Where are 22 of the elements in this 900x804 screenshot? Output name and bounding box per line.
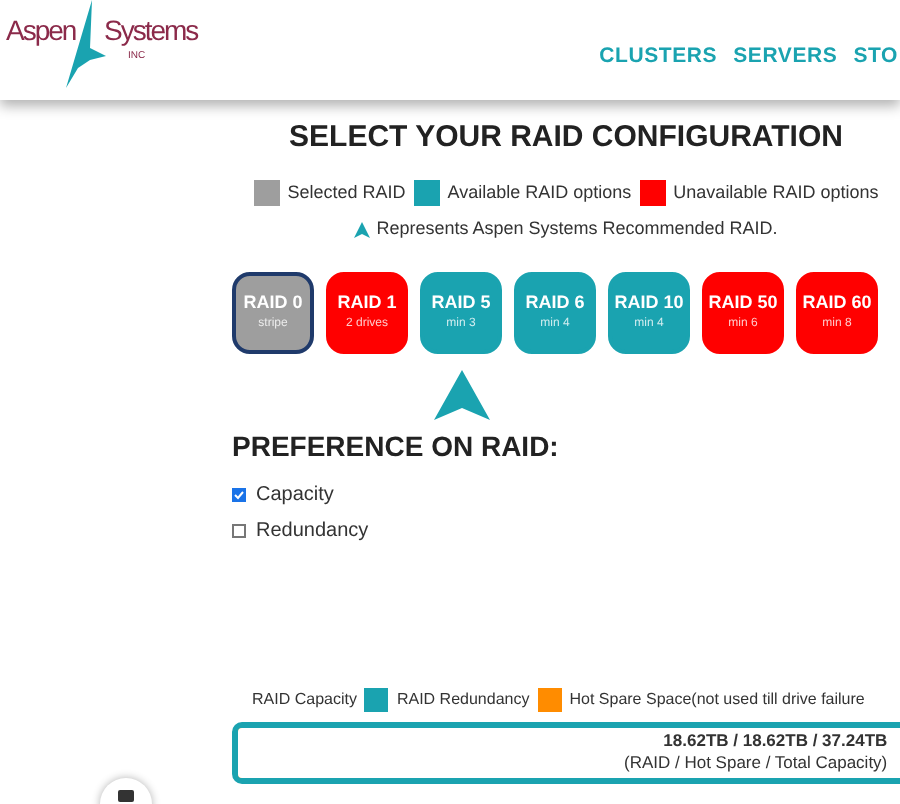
logo-text: Systems [104, 12, 198, 48]
recommend-note: Represents Aspen Systems Recommended RAID. [376, 216, 778, 242]
nav-link[interactable]: SERVERS [733, 42, 838, 74]
capacity-caption: (RAID / Hot Spare / Total Capacity) [624, 752, 888, 774]
chat-icon [118, 790, 134, 802]
capacity-reading: 18.62TB / 18.62TB / 37.24TB [663, 730, 888, 752]
checkbox[interactable] [232, 523, 246, 537]
section-heading: PREFERENCE ON RAID: [232, 427, 561, 465]
legend-label: RAID Redundancy [396, 687, 530, 711]
legend-label: Hot Spare Space(not used till drive failure [569, 687, 865, 711]
logo-text: Aspen [6, 12, 76, 48]
nav-link[interactable]: CLUSTERS [599, 42, 718, 74]
nav-link[interactable]: STO [853, 42, 898, 74]
arrowhead-icon [354, 221, 371, 238]
legend-label: Available RAID options [447, 179, 632, 206]
checkbox[interactable] [232, 487, 246, 501]
legend-label: Unavailable RAID options [673, 179, 879, 206]
page-title: SELECT YOUR RAID CONFIGURATION [287, 118, 845, 158]
legend-label: RAID Capacity [252, 687, 357, 711]
legend-label: Selected RAID [287, 179, 406, 205]
checkbox-label: Redundancy [256, 517, 369, 545]
checkbox-label: Capacity [256, 481, 334, 509]
